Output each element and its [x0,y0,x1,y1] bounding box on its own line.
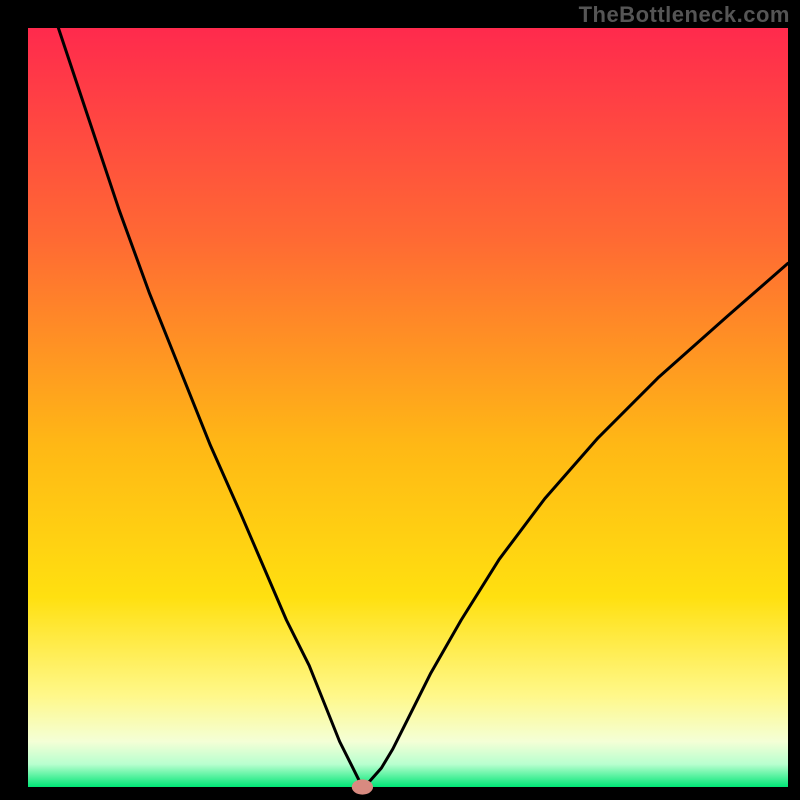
watermark-text: TheBottleneck.com [579,2,790,28]
optimum-marker [352,779,373,794]
plot-area [28,28,788,787]
bottleneck-chart [0,0,800,800]
chart-frame: TheBottleneck.com [0,0,800,800]
